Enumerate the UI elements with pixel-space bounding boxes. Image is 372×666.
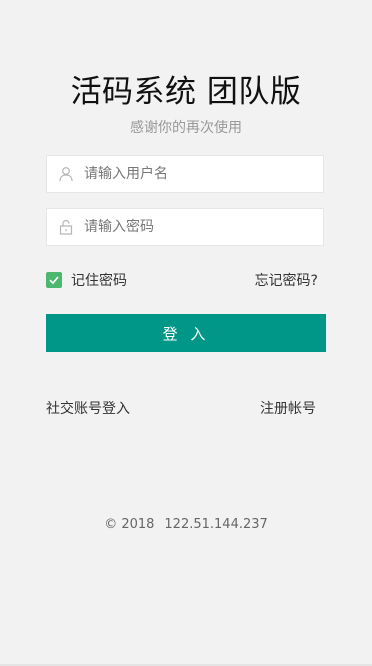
remember-checkbox[interactable] (46, 272, 62, 288)
user-icon (58, 166, 74, 182)
forgot-password-link[interactable]: 忘记密码? (255, 270, 318, 290)
ip-address-text: 122.51.144.237 (164, 517, 268, 532)
copyright-text: © 2018 (104, 517, 155, 532)
username-input[interactable] (84, 156, 314, 192)
password-input[interactable] (84, 209, 314, 245)
remember-label: 记住密码 (71, 273, 127, 289)
page-subtitle: 感谢你的再次使用 (130, 120, 242, 136)
remember-password[interactable]: 记住密码 (46, 270, 127, 290)
page-title: 活码系统 团队版 (70, 74, 302, 110)
login-button[interactable]: 登 入 (46, 314, 326, 352)
check-icon (49, 276, 59, 285)
footer: © 2018 122.51.144.237 (0, 517, 372, 532)
password-field[interactable] (46, 208, 324, 246)
social-login-link[interactable]: 社交账号登入 (46, 398, 130, 418)
username-field[interactable] (46, 155, 324, 193)
lock-icon (58, 219, 74, 235)
register-link[interactable]: 注册帐号 (260, 398, 316, 418)
